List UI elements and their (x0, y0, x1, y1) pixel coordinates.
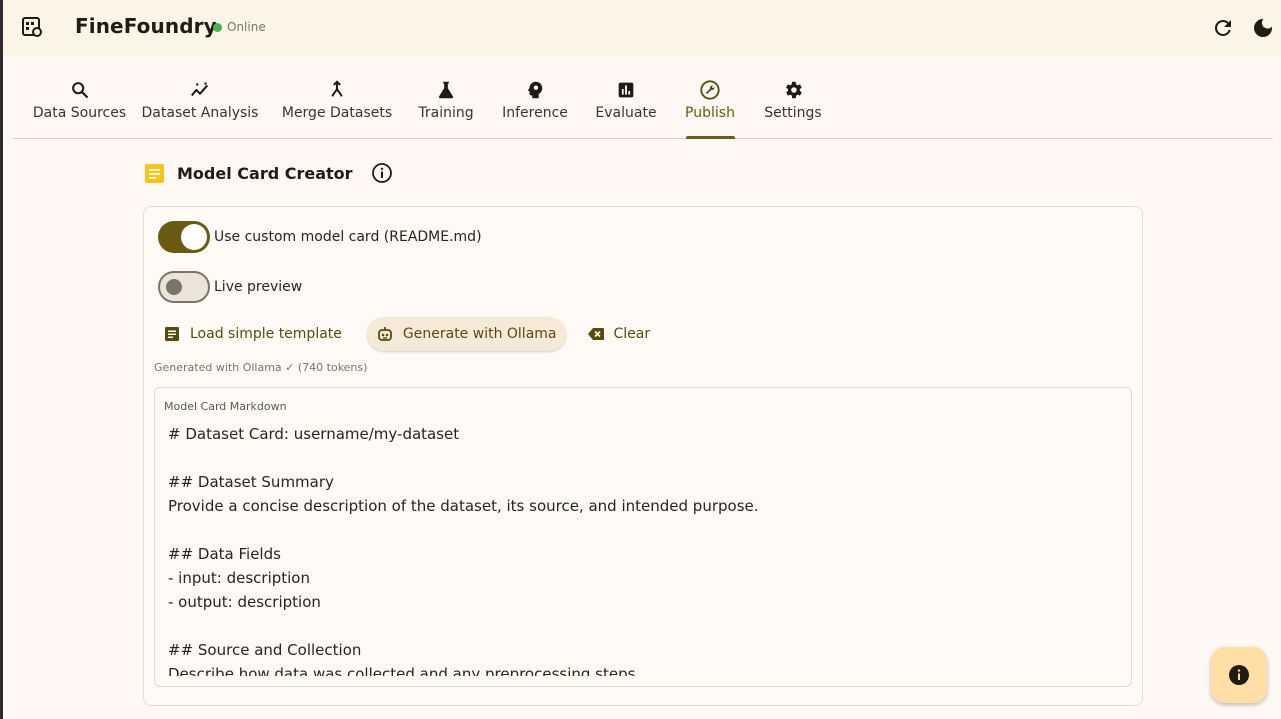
app-bar: FineFoundry Online (3, 0, 1281, 56)
load-template-button[interactable]: Load simple template (154, 317, 351, 351)
gear-icon (786, 81, 802, 99)
build-icon (700, 80, 720, 100)
status-text: Online (227, 20, 266, 34)
refresh-icon[interactable] (1211, 16, 1235, 40)
help-fab[interactable] (1211, 647, 1267, 703)
search-icon (71, 82, 88, 98)
tab-label: Publish (685, 105, 735, 121)
window-edge (0, 0, 3, 719)
merge-icon (331, 80, 343, 97)
clear-label: Clear (613, 326, 651, 342)
app-title: FineFoundry (75, 14, 217, 38)
info-icon[interactable] (371, 162, 393, 184)
live-preview-label: Live preview (214, 279, 303, 295)
psychology-icon (527, 81, 543, 99)
tab-label: Dataset Analysis (141, 105, 259, 121)
tab-data-sources[interactable]: Data Sources (29, 72, 130, 138)
tab-label: Training (418, 105, 474, 121)
tab-publish[interactable]: Publish (684, 72, 736, 138)
card-actions: Load simple template Generate with Ollam… (154, 317, 659, 351)
generate-ollama-button[interactable]: Generate with Ollama (366, 317, 566, 351)
app-logo-icon (22, 17, 42, 37)
switch-knob (181, 224, 207, 250)
tab-inference[interactable]: Inference (502, 72, 568, 138)
robot-icon (378, 327, 392, 341)
switch-knob (166, 279, 182, 295)
document-icon (145, 164, 164, 183)
model-card-editor[interactable]: Model Card Markdown # Dataset Card: user… (154, 387, 1132, 687)
tab-evaluate[interactable]: Evaluate (595, 72, 657, 138)
live-preview-switch[interactable] (158, 271, 210, 303)
flask-icon (438, 81, 454, 99)
tab-label: Evaluate (595, 105, 657, 121)
custom-card-label: Use custom model card (README.md) (214, 229, 482, 245)
tab-merge-datasets[interactable]: Merge Datasets (281, 72, 393, 138)
tab-dataset-analysis[interactable]: Dataset Analysis (142, 72, 258, 138)
tab-training[interactable]: Training (418, 72, 474, 138)
main-tabs: Data Sources Dataset Analysis Merge Data… (13, 72, 1273, 139)
active-tab-indicator (686, 136, 735, 139)
custom-card-switch[interactable] (158, 221, 210, 253)
markdown-textarea[interactable]: # Dataset Card: username/my-dataset ## D… (168, 422, 1118, 676)
article-icon (165, 327, 179, 341)
custom-card-toggle-row: Use custom model card (README.md) (158, 221, 482, 253)
section-title: Model Card Creator (177, 163, 353, 183)
load-template-label: Load simple template (190, 326, 342, 342)
tab-label: Settings (764, 105, 822, 121)
generate-ollama-label: Generate with Ollama (402, 326, 557, 342)
tab-label: Inference (502, 105, 568, 121)
editor-label: Model Card Markdown (164, 400, 287, 413)
info-filled-icon (1229, 665, 1249, 685)
dark-mode-icon[interactable] (1251, 16, 1275, 40)
tab-label: Merge Datasets (281, 105, 393, 121)
bar-chart-icon (618, 82, 634, 98)
live-preview-toggle-row: Live preview (158, 271, 302, 303)
section-header: Model Card Creator (144, 162, 393, 184)
model-card-panel: Use custom model card (README.md) Live p… (143, 206, 1143, 706)
connection-status: Online (213, 20, 266, 34)
insights-icon (190, 82, 209, 97)
status-dot (213, 22, 222, 32)
backspace-icon (587, 328, 604, 340)
tab-label: Data Sources (32, 105, 127, 121)
clear-button[interactable]: Clear (578, 317, 660, 351)
tab-settings[interactable]: Settings (764, 72, 822, 138)
generation-status: Generated with Ollama ✓ (740 tokens) (154, 361, 368, 374)
